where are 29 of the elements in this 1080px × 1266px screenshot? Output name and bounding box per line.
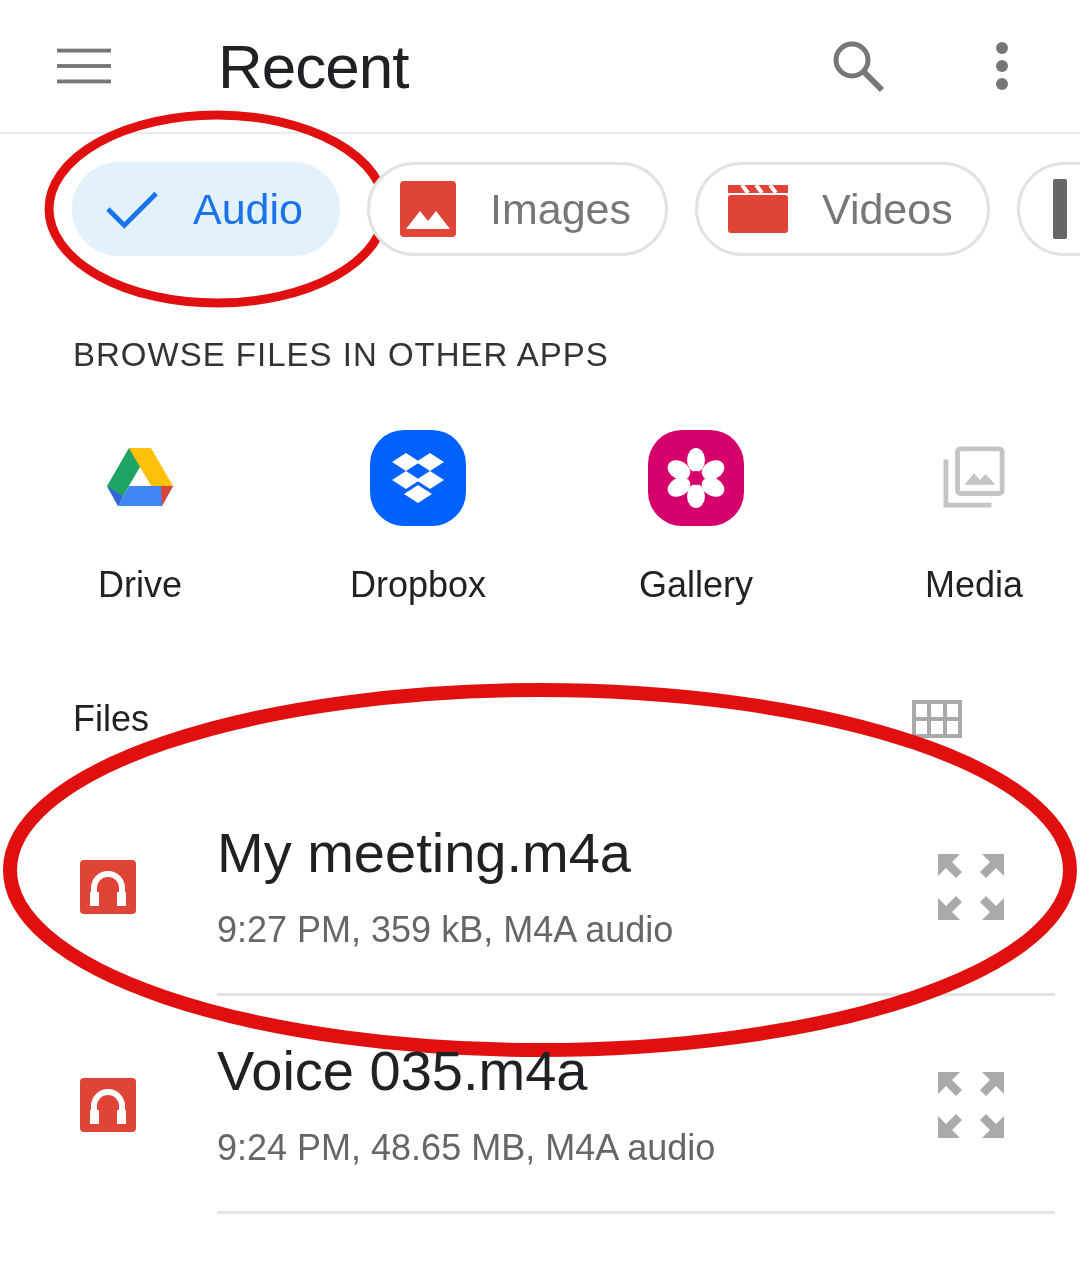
app-label[interactable]: Gallery	[639, 564, 753, 606]
grid-view-icon[interactable]	[912, 700, 962, 738]
file-details: 9:24 PM, 48.65 MB, M4A audio	[217, 1127, 717, 1169]
filter-chip[interactable]: Videos	[695, 162, 990, 256]
filter-chip[interactable]: Images	[367, 162, 668, 256]
menu-icon[interactable]	[57, 48, 111, 84]
clapperboard-icon	[728, 185, 788, 233]
screen-title: Recent	[218, 30, 410, 102]
more-options-icon[interactable]	[995, 42, 1009, 90]
search-icon[interactable]	[831, 39, 885, 93]
triangle-logo-icon[interactable]	[107, 448, 173, 506]
image-icon	[400, 181, 456, 237]
document-icon	[1052, 179, 1067, 239]
section-heading: Files	[73, 698, 149, 740]
headphones-icon	[80, 1078, 136, 1132]
expand-icon[interactable]	[936, 1070, 1006, 1140]
section-heading: BROWSE FILES IN OTHER APPS	[73, 336, 610, 374]
check-icon	[105, 189, 159, 229]
app-label[interactable]: Media	[924, 564, 1024, 606]
app-label[interactable]: Dropbox	[349, 564, 487, 606]
headphones-icon	[80, 860, 136, 914]
file-name[interactable]: Voice 035.m4a	[217, 1038, 1055, 1103]
file-name[interactable]: My meeting.m4a	[217, 820, 1055, 885]
filter-chip[interactable]: Audio	[72, 162, 340, 256]
file-details: 9:27 PM, 359 kB, M4A audio	[217, 909, 675, 951]
expand-icon[interactable]	[936, 852, 1006, 922]
flower-icon[interactable]	[648, 430, 744, 526]
app-label[interactable]: Drive	[98, 564, 182, 606]
open-box-icon[interactable]	[370, 430, 466, 526]
